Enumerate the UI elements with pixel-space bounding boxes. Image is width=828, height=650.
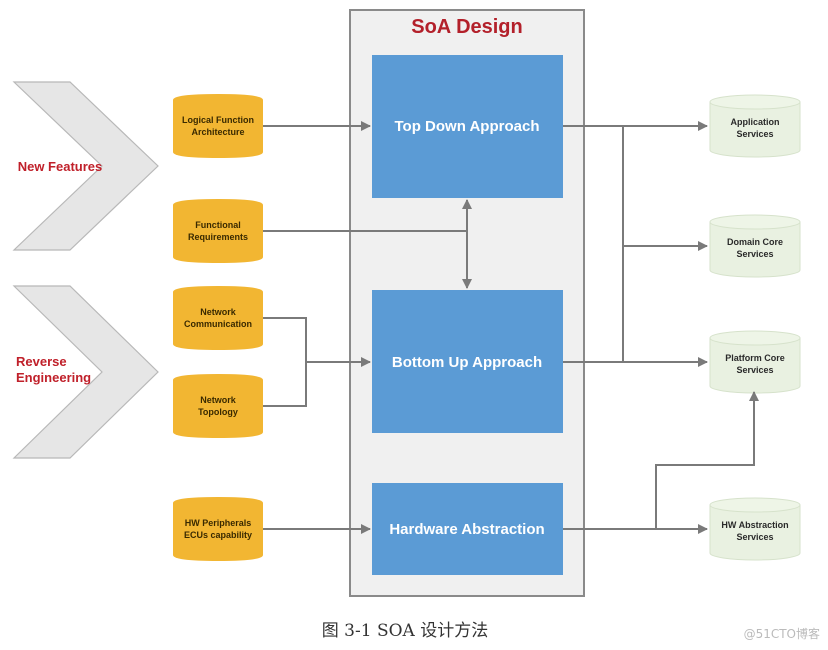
cylinder-shape [173, 199, 263, 263]
cylinder-top [709, 330, 801, 346]
cylinder-shape [173, 94, 263, 158]
approach-hardware-abstraction[interactable]: Hardware Abstraction [372, 483, 563, 575]
service-domain-core-services[interactable]: Domain Core Services [709, 214, 801, 278]
cylinder-top [709, 94, 801, 110]
cylinder-shape [173, 497, 263, 561]
watermark: @51CTO博客 [744, 626, 820, 641]
input-hw-peripherals-ecus[interactable]: HW Peripherals ECUs capability [173, 497, 263, 561]
figure-caption: 图 3-1 SOA 设计方法 [322, 621, 488, 641]
approach-label: Bottom Up Approach [392, 354, 542, 371]
source-label: Reverse Engineering [16, 354, 91, 385]
approach-bottom-up[interactable]: Bottom Up Approach [372, 290, 563, 433]
cylinder-top [709, 497, 801, 513]
approach-label: Hardware Abstraction [389, 521, 544, 538]
approach-top-down[interactable]: Top Down Approach [372, 55, 563, 198]
source-new-features: New Features [12, 81, 159, 251]
source-reverse-engineering: Reverse Engineering [12, 285, 159, 459]
cylinder-shape [173, 286, 263, 350]
edge-network-bracket [263, 317, 307, 407]
cylinder-shape [173, 374, 263, 438]
approach-label: Top Down Approach [395, 118, 540, 135]
source-label: New Features [18, 159, 103, 174]
input-functional-requirements[interactable]: Functional Requirements [173, 199, 263, 263]
input-logical-function-architecture[interactable]: Logical Function Architecture [173, 94, 263, 158]
input-network-topology[interactable]: Network Topology [173, 374, 263, 438]
cylinder-top [709, 214, 801, 230]
service-application-services[interactable]: Application Services [709, 94, 801, 158]
input-network-communication[interactable]: Network Communication [173, 286, 263, 350]
service-platform-core-services[interactable]: Platform Core Services [709, 330, 801, 394]
soa-design-title: SoA Design [411, 16, 523, 38]
soa-diagram: SoA Design New Features Reverse Engineer… [12, 9, 820, 641]
service-hw-abstraction-services[interactable]: HW Abstraction Services [709, 497, 801, 561]
